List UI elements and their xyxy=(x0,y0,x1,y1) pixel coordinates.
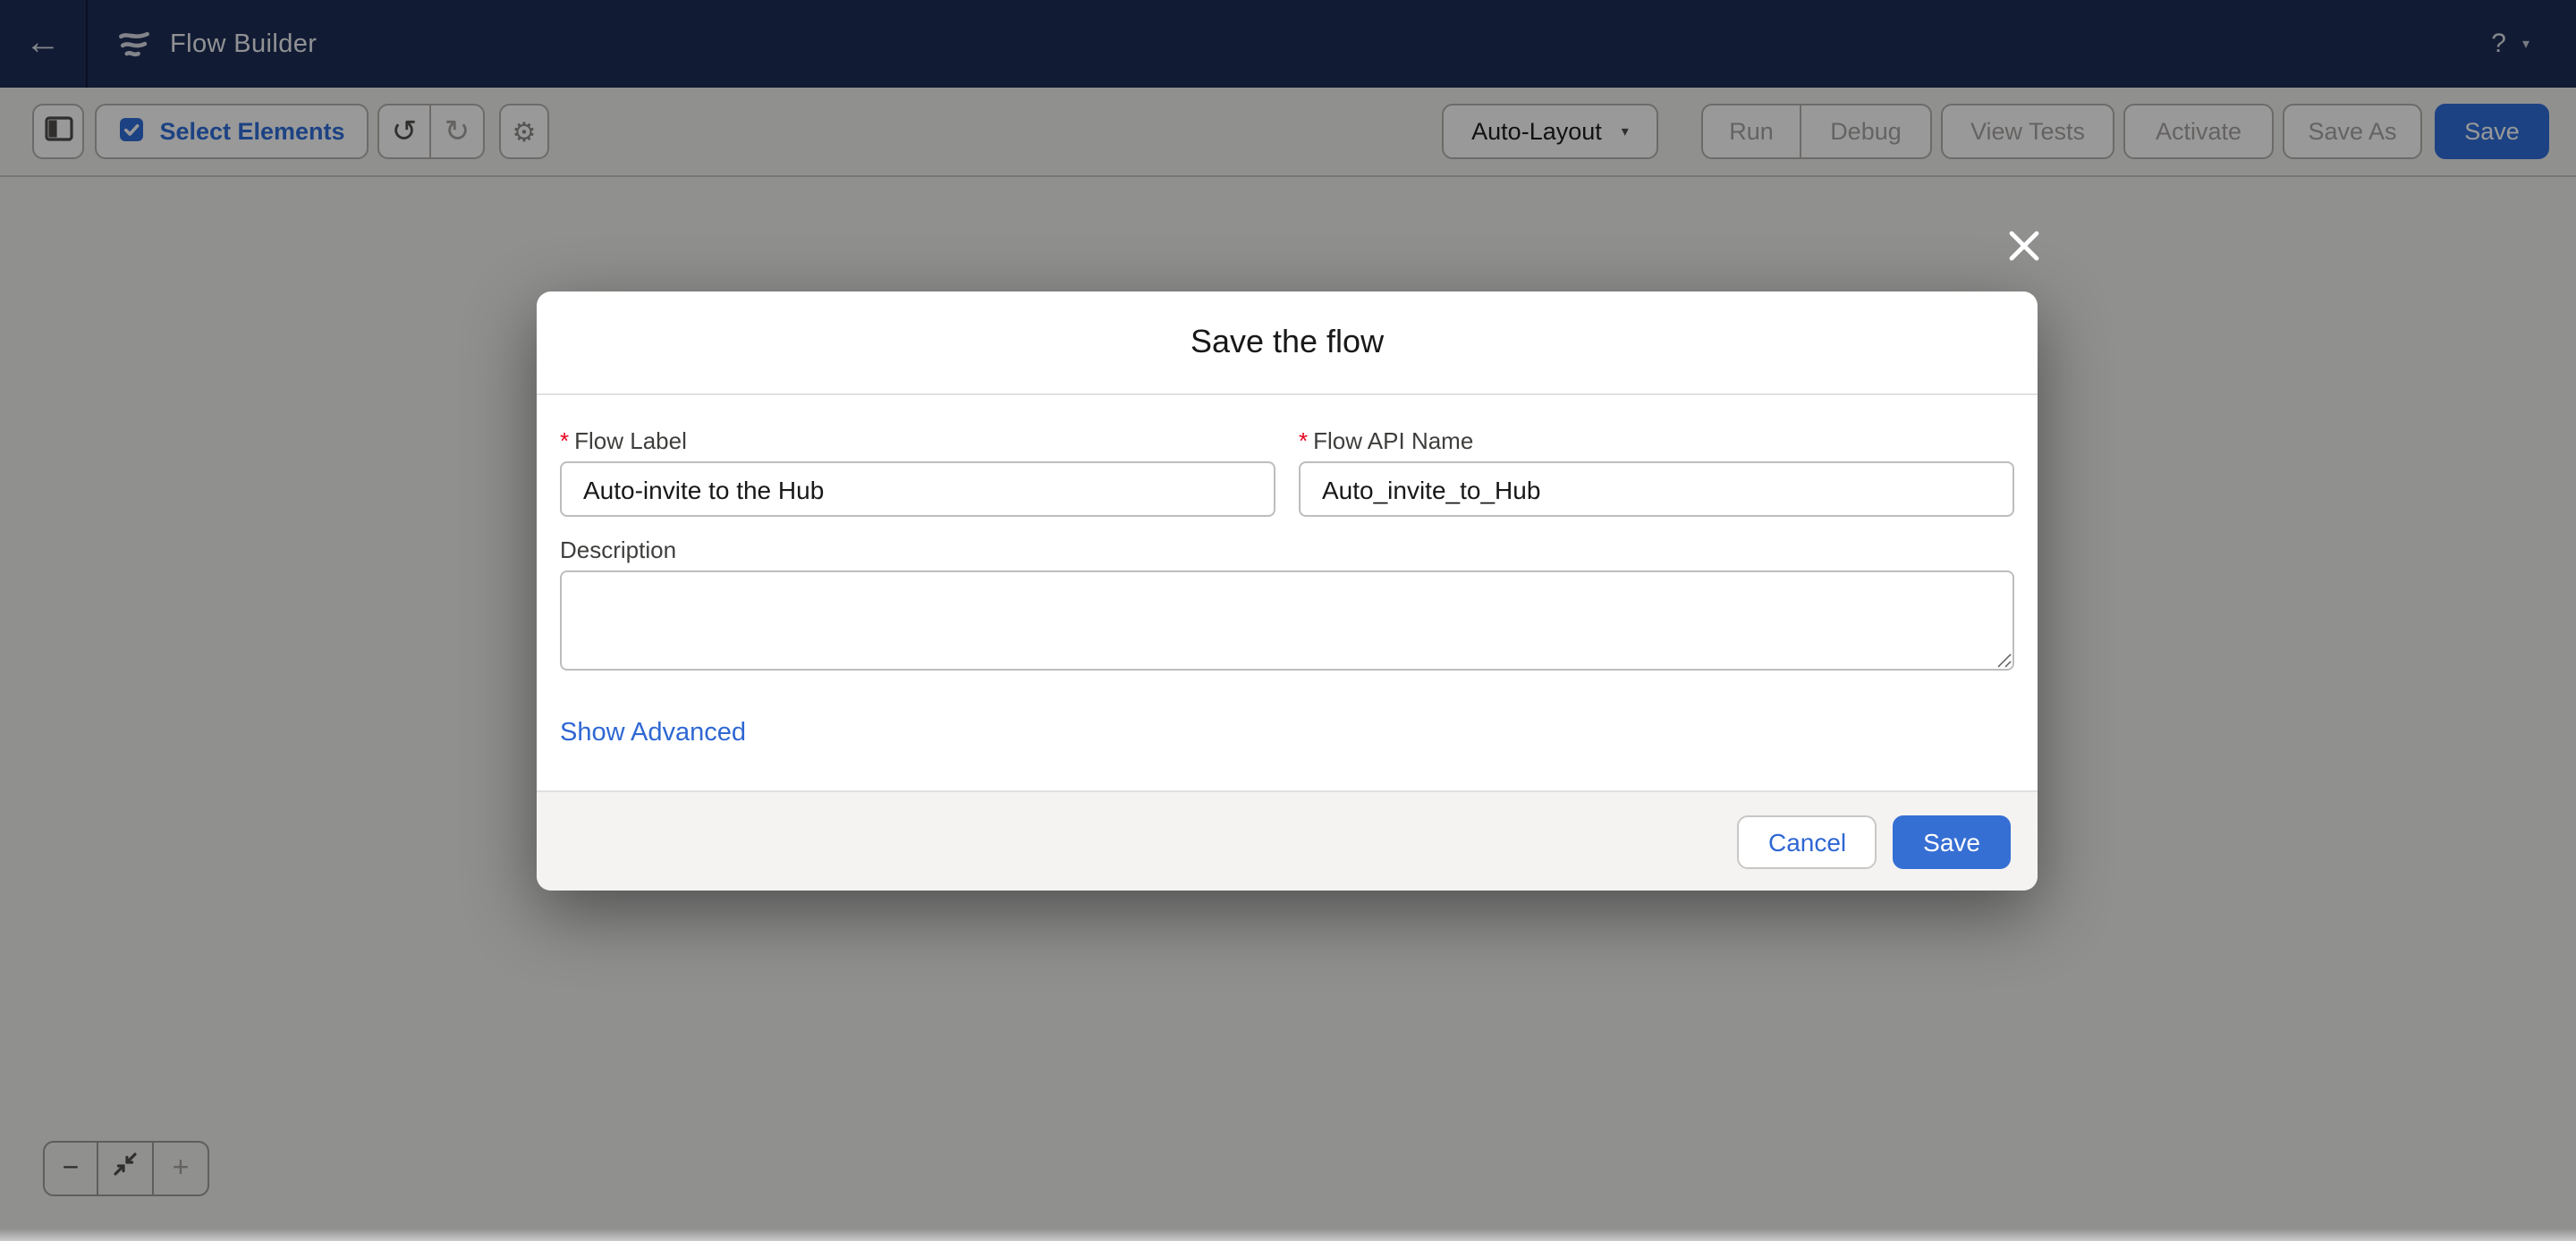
flow-label-label: * Flow Label xyxy=(560,431,1275,452)
flow-label-input[interactable] xyxy=(560,461,1275,517)
dialog-footer: Cancel Save xyxy=(537,790,2038,891)
flow-api-name-field-group: * Flow API Name xyxy=(1299,431,2014,517)
modal-save-button[interactable]: Save xyxy=(1893,815,2011,868)
close-icon xyxy=(2007,228,2041,271)
description-label: Description xyxy=(560,540,2014,561)
flow-builder-app: ← Flow Builder ? ▾ xyxy=(0,0,2576,1241)
show-advanced-link[interactable]: Show Advanced xyxy=(560,719,746,747)
cancel-button[interactable]: Cancel xyxy=(1738,815,1877,868)
bottom-edge-strip xyxy=(0,1228,2576,1241)
required-asterisk: * xyxy=(1299,431,1308,452)
dialog-title: Save the flow xyxy=(1191,324,1384,361)
dialog-header: Save the flow xyxy=(537,291,2038,395)
description-textarea[interactable] xyxy=(560,570,2014,671)
flow-label-field-group: * Flow Label xyxy=(560,431,1275,517)
save-flow-dialog: Save the flow * Flow Label * Flow API Na… xyxy=(537,291,2038,891)
required-asterisk: * xyxy=(560,431,569,452)
dialog-body: * Flow Label * Flow API Name Description xyxy=(537,395,2038,790)
flow-api-name-input[interactable] xyxy=(1299,461,2014,517)
modal-close-button[interactable] xyxy=(2004,229,2045,270)
flow-api-name-label: * Flow API Name xyxy=(1299,431,2014,452)
description-field-group: Description xyxy=(560,540,2014,671)
